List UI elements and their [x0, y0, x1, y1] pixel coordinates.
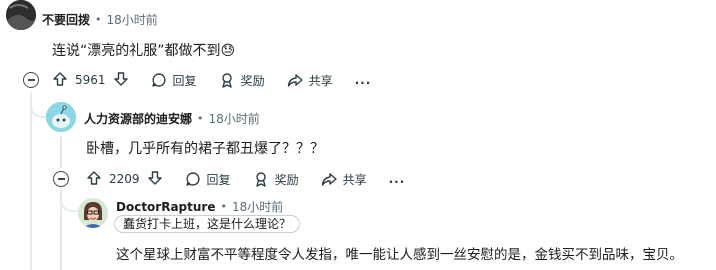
share-label: 共享 [342, 172, 367, 187]
user-flair: 蠢货打卡上班，这是什么理论？ [114, 215, 301, 233]
user-photo-icon [6, 0, 36, 30]
award-label: 奖励 [240, 73, 265, 88]
collapse-thread-button[interactable] [53, 171, 69, 187]
snoo-avatar-icon [46, 102, 76, 132]
award-button[interactable]: 奖励 [219, 72, 265, 89]
avatar[interactable] [6, 0, 36, 30]
author-name[interactable]: 不要回拨 [42, 11, 90, 28]
separator-dot: • [197, 112, 204, 125]
award-icon [255, 172, 266, 187]
comment-header: DoctorRapture • 18小时前 [116, 198, 283, 215]
more-options-button[interactable]: ... [389, 172, 406, 186]
vote-group: 5961 [52, 71, 129, 90]
separator-dot: • [220, 200, 227, 213]
more-options-icon: ... [354, 73, 372, 87]
downvote-icon[interactable] [113, 71, 129, 90]
timestamp[interactable]: 18小时前 [209, 110, 260, 127]
reply-button[interactable]: 回复 [185, 171, 231, 188]
share-label: 共享 [308, 73, 333, 88]
thread-curve-reply-2 [60, 190, 78, 212]
comment-bubble-icon [151, 73, 166, 87]
timestamp[interactable]: 18小时前 [232, 198, 283, 215]
thread-line-root [30, 92, 32, 270]
downvote-icon[interactable] [147, 170, 163, 189]
reply-button[interactable]: 回复 [151, 72, 197, 89]
custom-avatar-icon [78, 198, 108, 228]
vote-group: 2209 [86, 170, 163, 189]
share-icon [287, 74, 303, 87]
collapse-thread-button[interactable] [23, 72, 39, 88]
share-button[interactable]: 共享 [287, 72, 333, 89]
author-name[interactable]: DoctorRapture [116, 200, 215, 214]
more-options-icon: ... [388, 172, 406, 186]
comment-header: 人力资源部的迪安娜 • 18小时前 [84, 110, 260, 127]
comment-header: 不要回拨 • 18小时前 [42, 11, 158, 28]
vote-count: 5961 [75, 73, 106, 87]
share-icon [321, 173, 337, 186]
share-button[interactable]: 共享 [321, 171, 367, 188]
comment-body: 卧槽，几乎所有的裙子都丑爆了？？？ [86, 141, 324, 157]
avatar[interactable] [78, 198, 108, 228]
reply-label: 回复 [172, 73, 197, 88]
separator-dot: • [95, 13, 102, 26]
more-options-button[interactable]: ... [355, 73, 372, 87]
timestamp[interactable]: 18小时前 [107, 11, 158, 28]
vote-count: 2209 [109, 172, 140, 186]
award-button[interactable]: 奖励 [253, 171, 299, 188]
reply-label: 回复 [206, 172, 231, 187]
author-name[interactable]: 人力资源部的迪安娜 [84, 110, 192, 127]
thread-line-reply-1 [60, 136, 62, 168]
comment-actions: 2209 回复 奖励 共享 ... [86, 168, 427, 190]
comment-body: 这个星球上财富不平等程度令人发指，唯一能让人感到一丝安慰的是，金钱买不到品味，宝… [116, 247, 683, 263]
upvote-icon[interactable] [52, 71, 68, 90]
thread-curve-reply-1 [30, 96, 46, 118]
comment-actions: 5961 回复 奖励 共享 ... [52, 69, 393, 91]
avatar[interactable] [46, 102, 76, 132]
upvote-icon[interactable] [86, 170, 102, 189]
award-label: 奖励 [274, 172, 299, 187]
comment-bubble-icon [185, 172, 200, 186]
comment-body: 连说“漂亮的礼服”都做不到😓 [52, 43, 236, 59]
award-icon [221, 73, 232, 88]
